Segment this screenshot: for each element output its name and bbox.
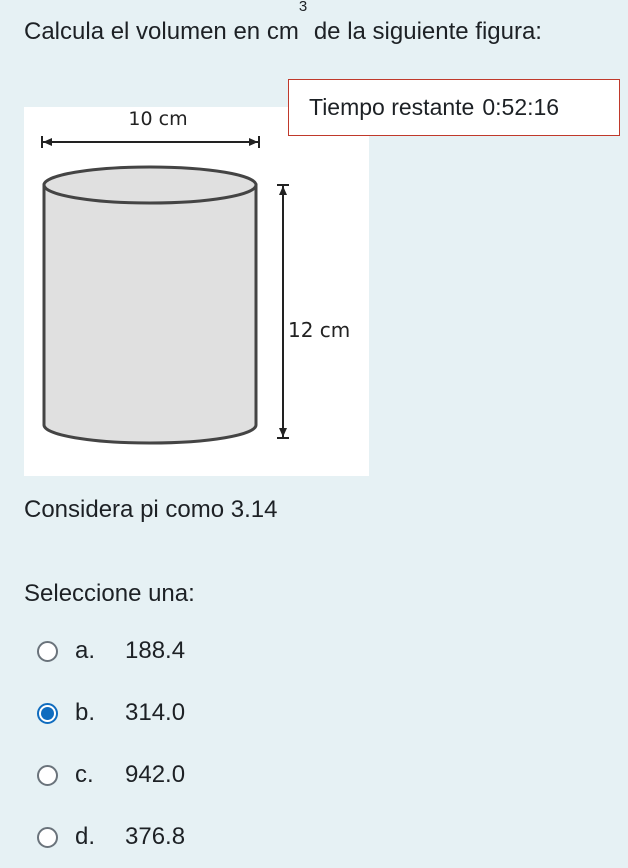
radio-button-c[interactable] [37,764,58,786]
height-arrow-top [279,186,287,195]
option-c[interactable]: c. 942.0 [37,744,185,806]
diameter-label: 10 cm [128,108,187,130]
select-prompt: Seleccione una: [24,580,195,607]
option-letter: b. [75,699,96,726]
answer-options: a. 188.4 b. 314.0 c. 942.0 d. 376.8 [37,620,185,868]
diameter-arrow-left [43,138,52,146]
timer-box: Tiempo restante 0:52:16 [288,79,620,136]
option-letter: d. [75,823,96,850]
cylinder-body [42,183,258,445]
height-arrow-bottom [279,428,287,437]
option-d[interactable]: d. 376.8 [37,806,185,868]
timer-value: 0:52:16 [482,94,560,120]
option-letter: c. [75,761,94,788]
radio-button-d[interactable] [37,826,58,848]
radio-button-b[interactable] [37,702,58,724]
option-value: 376.8 [125,823,186,850]
pi-note: Considera pi como 3.14 [24,496,278,523]
option-value: 314.0 [125,699,186,726]
radio-button-a[interactable] [37,640,58,662]
question-text-after: de la siguiente figura: [307,18,542,45]
unit-exponent: 3 [298,0,308,15]
option-b[interactable]: b. 314.0 [37,682,185,744]
height-label: 12 cm [288,318,350,342]
cylinder-top [42,165,258,205]
diameter-arrow-right [249,138,258,146]
question-text-before: Calcula el volumen en [24,18,267,45]
timer-label: Tiempo restante [309,94,475,120]
cylinder-figure: 10 cm 12 cm [24,107,369,476]
option-value: 188.4 [125,637,186,664]
option-a[interactable]: a. 188.4 [37,620,185,682]
question-text: Calcula el volumen en cm 3 de la siguient… [24,0,584,53]
option-value: 942.0 [125,761,186,788]
unit-base: cm [266,18,299,45]
cylinder-diagram-icon: 10 cm 12 cm [41,108,350,445]
option-letter: a. [75,637,96,664]
